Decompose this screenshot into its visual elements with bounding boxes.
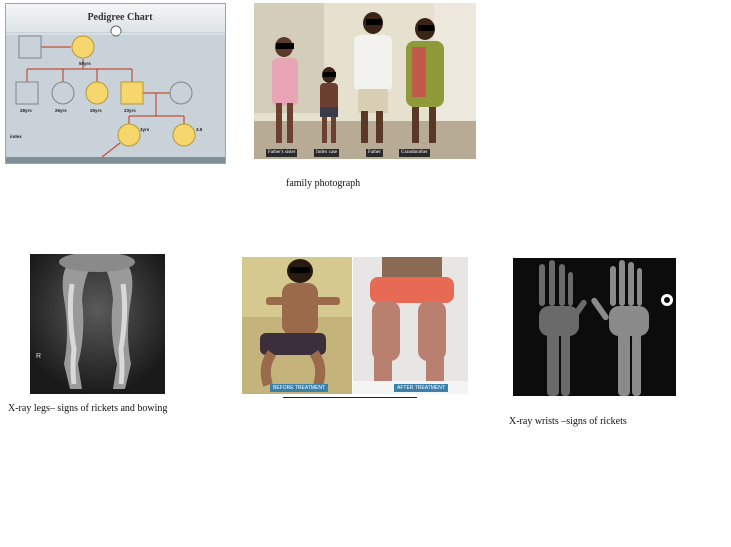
before-after-illustration [242, 257, 468, 394]
pedigree-child-3 [85, 81, 109, 105]
pedigree-age-c4: 23yrs [124, 108, 136, 113]
family-tag-father: Father [366, 149, 383, 157]
family-caption: family photograph [286, 178, 361, 189]
pedigree-child-2 [51, 81, 75, 105]
pedigree-lines [26, 46, 185, 158]
pedigree-father [120, 81, 144, 105]
pedigree-age-g1: 3yrs [140, 127, 150, 132]
pedigree-sibling [172, 123, 196, 147]
pedigree-age-c2: 26yrs [55, 108, 67, 113]
pedigree-age-c1: 28yrs [20, 108, 32, 113]
pedigree-proband-label: index [10, 134, 22, 139]
family-tag-aunt: Father's sister [266, 149, 298, 157]
pedigree-footer-band [6, 157, 225, 163]
xray-legs-image: R [30, 254, 165, 394]
xray-wrists-illustration [513, 258, 676, 396]
pedigree-grandfather [18, 35, 42, 59]
pedigree-age-gm: 55yrs [79, 61, 91, 66]
before-after-photo: BEFORE TREATMENT AFTER TREATMENT [242, 257, 468, 394]
photo-underline [283, 397, 417, 398]
legs-caption: X-ray legs– signs of rickets and bowing [8, 403, 168, 414]
xray-legs-marker: R [36, 353, 41, 360]
xray-wrists-image [513, 258, 676, 396]
family-photo-illustration [254, 3, 476, 159]
family-photograph: Father's sister Index case Father Grandm… [254, 3, 476, 159]
pedigree-mother [169, 81, 193, 105]
pedigree-age-c3: 25yrs [90, 108, 102, 113]
family-tag-grandmother: Grandmother [399, 149, 430, 157]
after-treatment-label: AFTER TREATMENT [394, 384, 448, 392]
pedigree-chart: Pedigree Chart 55yrs 28yrs 26yrs 25yrs 2… [5, 3, 226, 164]
xray-legs-illustration: R [30, 254, 165, 394]
pedigree-proband [117, 123, 141, 147]
before-treatment-label: BEFORE TREATMENT [270, 384, 329, 392]
family-tag-index: Index case [314, 149, 340, 157]
pedigree-diagram: Pedigree Chart 55yrs 28yrs 26yrs 25yrs 2… [6, 12, 225, 158]
pedigree-grandmother [71, 35, 95, 59]
pedigree-child-1 [15, 81, 39, 105]
pedigree-age-g2: 3.5 [196, 127, 203, 132]
pedigree-title: Pedigree Chart [87, 12, 153, 23]
wrists-caption: X-ray wrists –signs of rickets [509, 416, 627, 427]
